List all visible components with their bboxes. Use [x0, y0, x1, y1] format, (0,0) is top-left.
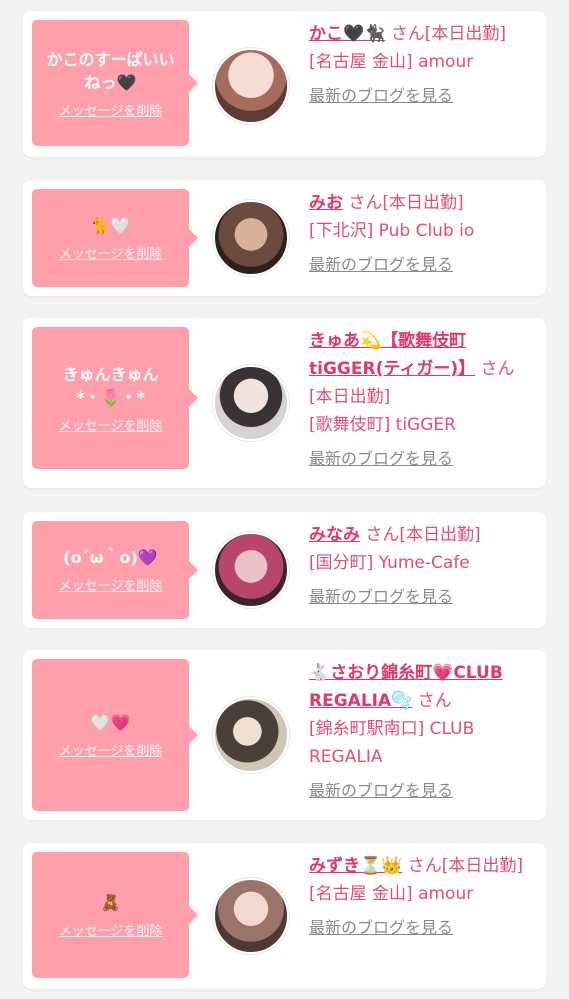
work-status: [本日出勤] — [441, 856, 524, 876]
message-card: 🤍💗 メッセージを削除 🐇さおり錦糸町💗CLUB REGALIA🫧 さん [錦糸… — [23, 650, 546, 820]
cast-info: みなみ さん[本日出勤] [国分町] Yume-Cafe 最新のブログを見る — [309, 521, 533, 611]
cast-info: みお さん[本日出勤] [下北沢] Pub Club io 最新のブログを見る — [309, 189, 533, 279]
latest-blog-link[interactable]: 最新のブログを見る — [309, 583, 533, 611]
message-card: (o´ω｀o)💜 メッセージを削除 みなみ さん[本日出勤] [国分町] Yum… — [23, 512, 546, 628]
work-status: [本日出勤] — [382, 193, 464, 213]
message-bubble: 🐈🤍 メッセージを削除 — [32, 189, 198, 287]
delete-message-link[interactable]: メッセージを削除 — [59, 243, 163, 262]
work-status: [本日出勤] — [399, 525, 481, 545]
latest-blog-link[interactable]: 最新のブログを見る — [309, 251, 533, 279]
cast-name-link[interactable]: みずき⏳👑 — [309, 856, 402, 876]
message-bubble: 🤍💗 メッセージを削除 — [32, 659, 198, 811]
latest-blog-link[interactable]: 最新のブログを見る — [309, 777, 533, 805]
message-card: 🐈🤍 メッセージを削除 みお さん[本日出勤] [下北沢] Pub Club i… — [23, 180, 546, 296]
cast-name-link[interactable]: みお — [309, 193, 343, 213]
message-bubble: きゅんきゅん *・🌷・* メッセージを削除 — [32, 327, 198, 469]
honorific: さん — [480, 359, 515, 379]
avatar[interactable] — [213, 697, 289, 773]
message-text: きゅんきゅん *・🌷・* — [62, 364, 159, 407]
cast-name-link[interactable]: みなみ — [309, 525, 360, 545]
message-card: かこのすーぱいいねっ🖤 メッセージを削除 かこ🖤🐈‍⬛ さん[本日出勤] [名古… — [23, 11, 546, 157]
latest-blog-link[interactable]: 最新のブログを見る — [309, 445, 533, 473]
message-card: きゅんきゅん *・🌷・* メッセージを削除 きゅあ💫【歌舞伎町tiGGER(ティ… — [23, 318, 546, 488]
avatar[interactable] — [213, 532, 289, 608]
cast-name-link[interactable]: かこ🖤🐈‍⬛ — [309, 24, 385, 44]
latest-blog-link[interactable]: 最新のブログを見る — [309, 82, 533, 110]
cast-info: 🐇さおり錦糸町💗CLUB REGALIA🫧 さん [錦糸町駅南口] CLUB R… — [309, 659, 533, 805]
work-status: [本日出勤] — [424, 24, 507, 44]
honorific: さん — [390, 24, 425, 44]
avatar[interactable] — [213, 48, 289, 124]
delete-message-link[interactable]: メッセージを削除 — [59, 415, 163, 434]
shop-name: [下北沢] Pub Club io — [309, 221, 475, 241]
shop-name: [歌舞伎町] tiGGER — [309, 415, 456, 435]
shop-name: [名古屋 金山] amour — [309, 52, 474, 72]
avatar[interactable] — [213, 878, 289, 954]
message-text: かこのすーぱいいねっ🖤 — [46, 49, 175, 92]
honorific: さん — [348, 193, 383, 213]
shop-name: [国分町] Yume-Cafe — [309, 553, 470, 573]
delete-message-link[interactable]: メッセージを削除 — [59, 920, 163, 939]
cast-info: かこ🖤🐈‍⬛ さん[本日出勤] [名古屋 金山] amour 最新のブログを見る — [309, 20, 533, 110]
shop-name: [錦糸町駅南口] CLUB REGALIA — [309, 719, 475, 767]
avatar[interactable] — [213, 200, 289, 276]
latest-blog-link[interactable]: 最新のブログを見る — [309, 914, 533, 942]
cast-name-link[interactable]: きゅあ💫【歌舞伎町tiGGER(ティガー)】 — [309, 331, 475, 379]
message-text: 🤍💗 — [90, 713, 131, 732]
cast-info: みずき⏳👑 さん[本日出勤] [名古屋 金山] amour 最新のブログを見る — [309, 852, 533, 942]
cast-name-link[interactable]: 🐇さおり錦糸町💗CLUB REGALIA🫧 — [309, 663, 503, 711]
message-bubble: 🧸 メッセージを削除 — [32, 852, 198, 978]
honorific: さん — [365, 525, 400, 545]
message-bubble: かこのすーぱいいねっ🖤 メッセージを削除 — [32, 20, 198, 146]
cast-info: きゅあ💫【歌舞伎町tiGGER(ティガー)】 さん [本日出勤] [歌舞伎町] t… — [309, 327, 533, 473]
delete-message-link[interactable]: メッセージを削除 — [59, 100, 163, 119]
message-text: 🐈🤍 — [90, 216, 131, 235]
delete-message-link[interactable]: メッセージを削除 — [59, 740, 163, 759]
message-card: 🧸 メッセージを削除 みずき⏳👑 さん[本日出勤] [名古屋 金山] amour… — [23, 843, 546, 989]
avatar[interactable] — [213, 365, 289, 441]
message-bubble: (o´ω｀o)💜 メッセージを削除 — [32, 521, 198, 619]
shop-name: [名古屋 金山] amour — [309, 884, 474, 904]
message-text: 🧸 — [100, 893, 121, 912]
work-status: [本日出勤] — [309, 387, 391, 407]
honorific: さん — [407, 856, 442, 876]
message-text: (o´ω｀o)💜 — [63, 548, 158, 567]
delete-message-link[interactable]: メッセージを削除 — [59, 575, 163, 594]
honorific: さん — [417, 691, 452, 711]
